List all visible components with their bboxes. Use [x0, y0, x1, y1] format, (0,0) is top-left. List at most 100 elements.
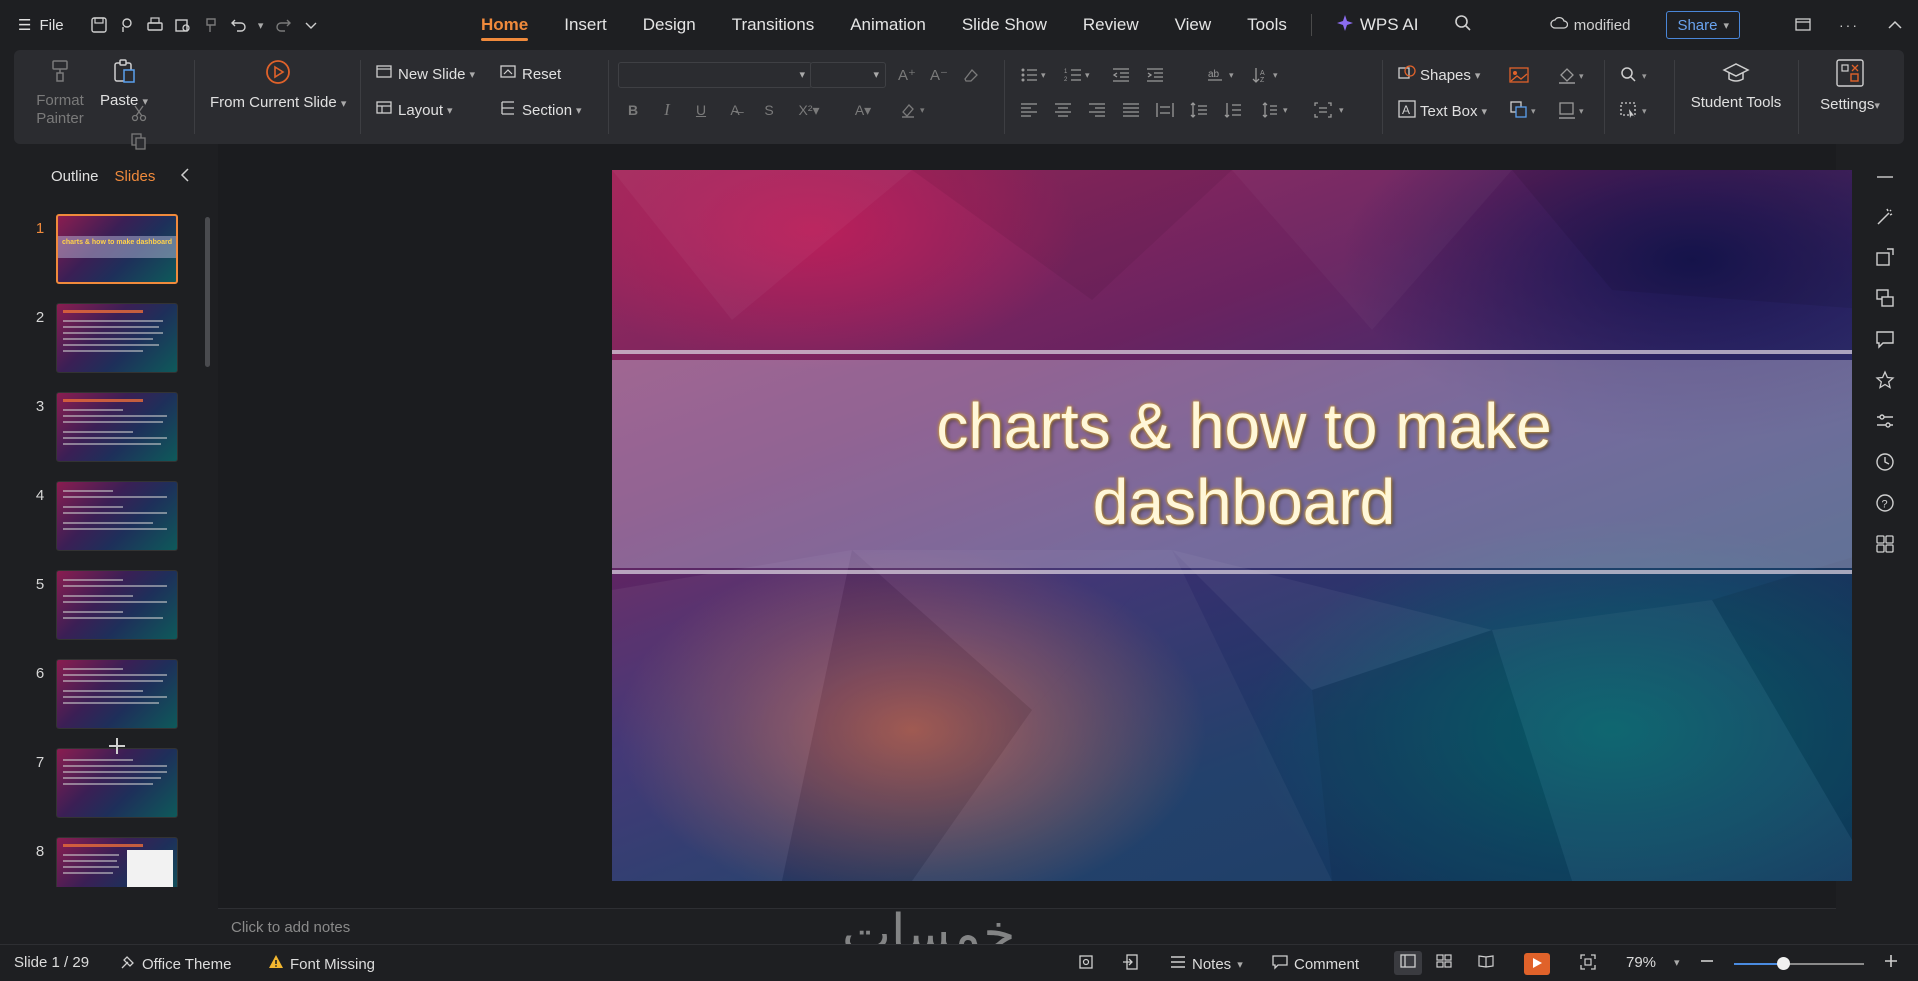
tab-slide-show[interactable]: Slide Show	[944, 0, 1065, 50]
decrease-font-icon[interactable]: A⁻	[928, 64, 950, 86]
zoom-slider-handle[interactable]	[1777, 957, 1791, 970]
comment-icon[interactable]	[1872, 326, 1898, 352]
align-right-icon[interactable]	[1086, 99, 1108, 121]
notes-toggle[interactable]: Notes ▾	[1170, 954, 1243, 974]
normal-view-button[interactable]	[1394, 951, 1422, 975]
collapse-panel-button[interactable]	[180, 168, 190, 187]
decrease-indent-icon[interactable]	[1110, 64, 1132, 86]
find-icon[interactable]: ▾	[1618, 64, 1654, 86]
tab-design[interactable]: Design	[625, 0, 714, 50]
copy-icon[interactable]	[128, 130, 150, 152]
increase-font-icon[interactable]: A⁺	[896, 64, 918, 86]
customize-toolbar-icon[interactable]	[298, 12, 324, 38]
bullets-icon[interactable]: ▾	[1018, 64, 1052, 86]
collapse-ribbon-button[interactable]	[1872, 0, 1918, 50]
font-color-icon[interactable]: A▾	[846, 99, 880, 121]
fit-window-button[interactable]	[1580, 954, 1596, 974]
comment-toggle[interactable]: Comment	[1272, 954, 1359, 974]
adjust-icon[interactable]	[1872, 408, 1898, 434]
history-icon[interactable]	[1872, 449, 1898, 475]
slide-thumbnail[interactable]: 2	[14, 303, 214, 379]
tab-tools[interactable]: Tools	[1229, 0, 1305, 50]
font-size-dropdown[interactable]: ▾	[810, 62, 886, 88]
underline-icon[interactable]: U	[690, 99, 712, 121]
strikethrough-icon[interactable]: A̶	[724, 99, 746, 121]
print-icon[interactable]	[142, 12, 168, 38]
text-direction-icon[interactable]: ab ▾	[1206, 64, 1240, 86]
slide-thumbnail[interactable]: 3	[14, 392, 214, 468]
clear-format-icon[interactable]	[960, 64, 982, 86]
slide-sorter-button[interactable]	[1436, 954, 1452, 972]
panel-scrollbar[interactable]	[205, 217, 210, 367]
help-icon[interactable]: ?	[1872, 490, 1898, 516]
print-preview-icon[interactable]	[170, 12, 196, 38]
export-pdf-icon[interactable]	[114, 12, 140, 38]
import-icon[interactable]	[1122, 954, 1138, 970]
new-slide-button[interactable]: New Slide ▾	[376, 64, 475, 84]
save-icon[interactable]	[86, 12, 112, 38]
arrange-icon[interactable]: ▾	[1508, 99, 1542, 121]
reading-view-button[interactable]	[1478, 954, 1494, 972]
slide-thumbnail[interactable]: 8	[14, 837, 214, 887]
object-format-icon[interactable]	[1872, 244, 1898, 270]
notes-pane[interactable]: Click to add notes	[218, 908, 1836, 944]
search-button[interactable]	[1436, 0, 1490, 50]
restore-window-button[interactable]	[1780, 0, 1826, 50]
share-button[interactable]: Share ▾	[1666, 11, 1740, 39]
section-button[interactable]: Section ▾	[500, 100, 582, 120]
collapse-sidebar-icon[interactable]	[1872, 164, 1898, 190]
italic-icon[interactable]: I	[656, 99, 678, 121]
from-current-slide-button[interactable]: From Current Slide ▾	[210, 58, 346, 113]
save-status[interactable]: modified	[1550, 15, 1630, 35]
shape-fill-icon[interactable]: ▾	[1556, 64, 1590, 86]
student-tools-button[interactable]: Student Tools	[1678, 62, 1794, 112]
font-name-dropdown[interactable]: ▾	[618, 62, 812, 88]
slide-thumbnail[interactable]: 4	[14, 481, 214, 557]
line-spacing-icon[interactable]	[1188, 99, 1210, 121]
increase-indent-icon[interactable]	[1144, 64, 1166, 86]
tab-transitions[interactable]: Transitions	[714, 0, 833, 50]
fit-icon[interactable]	[1078, 954, 1094, 970]
settings-button[interactable]: Settings▾	[1802, 58, 1898, 115]
layout-button[interactable]: Layout ▾	[376, 100, 453, 120]
apps-grid-icon[interactable]	[1872, 531, 1898, 557]
shapes-button[interactable]: Shapes ▾	[1398, 64, 1480, 86]
zoom-out-button[interactable]	[1700, 954, 1714, 972]
tab-outline[interactable]: Outline	[51, 168, 99, 185]
cut-icon[interactable]	[128, 102, 150, 124]
theme-indicator[interactable]: Office Theme	[120, 954, 232, 974]
tab-slides[interactable]: Slides	[115, 168, 156, 185]
sort-icon[interactable]: A Z ▾	[1250, 64, 1284, 86]
tab-review[interactable]: Review	[1065, 0, 1157, 50]
slide-thumbnail[interactable]: 6	[14, 659, 214, 735]
zoom-in-button[interactable]	[1884, 954, 1898, 972]
spacing-options-icon[interactable]: ▾	[1260, 99, 1294, 121]
star-icon[interactable]	[1872, 367, 1898, 393]
shape-outline-icon[interactable]: ▾	[1556, 99, 1590, 121]
slide-thumbnail[interactable]: 1 charts & how to make dashboard	[14, 214, 214, 290]
magic-wand-icon[interactable]	[1872, 204, 1898, 230]
align-center-icon[interactable]	[1052, 99, 1074, 121]
slide-thumbnail[interactable]: 5	[14, 570, 214, 646]
slideshow-button[interactable]	[1524, 953, 1550, 975]
tab-animation[interactable]: Animation	[832, 0, 944, 50]
distribute-icon[interactable]	[1154, 99, 1176, 121]
more-options-button[interactable]: ···	[1826, 0, 1872, 50]
bold-icon[interactable]: B	[622, 99, 644, 121]
current-slide[interactable]: charts & how to make dashboard	[612, 170, 1876, 881]
select-icon[interactable]: ▾	[1618, 99, 1654, 121]
picture-icon[interactable]	[1508, 64, 1530, 86]
numbering-icon[interactable]: 1 2 ▾	[1062, 64, 1096, 86]
file-menu[interactable]: ☰ File	[18, 16, 64, 35]
undo-dropdown-icon[interactable]: ▾	[254, 12, 268, 38]
add-slide-button[interactable]	[107, 732, 127, 763]
font-missing-indicator[interactable]: Font Missing	[268, 954, 375, 974]
justify-icon[interactable]	[1120, 99, 1142, 121]
superscript-icon[interactable]: X²▾	[792, 99, 826, 121]
shadow-text-icon[interactable]: S	[758, 99, 780, 121]
tab-insert[interactable]: Insert	[546, 0, 625, 50]
slide-title[interactable]: charts & how to make dashboard	[612, 388, 1876, 540]
tab-view[interactable]: View	[1157, 0, 1230, 50]
highlight-icon[interactable]: ▾	[898, 99, 932, 121]
format-brush-icon[interactable]	[198, 12, 224, 38]
